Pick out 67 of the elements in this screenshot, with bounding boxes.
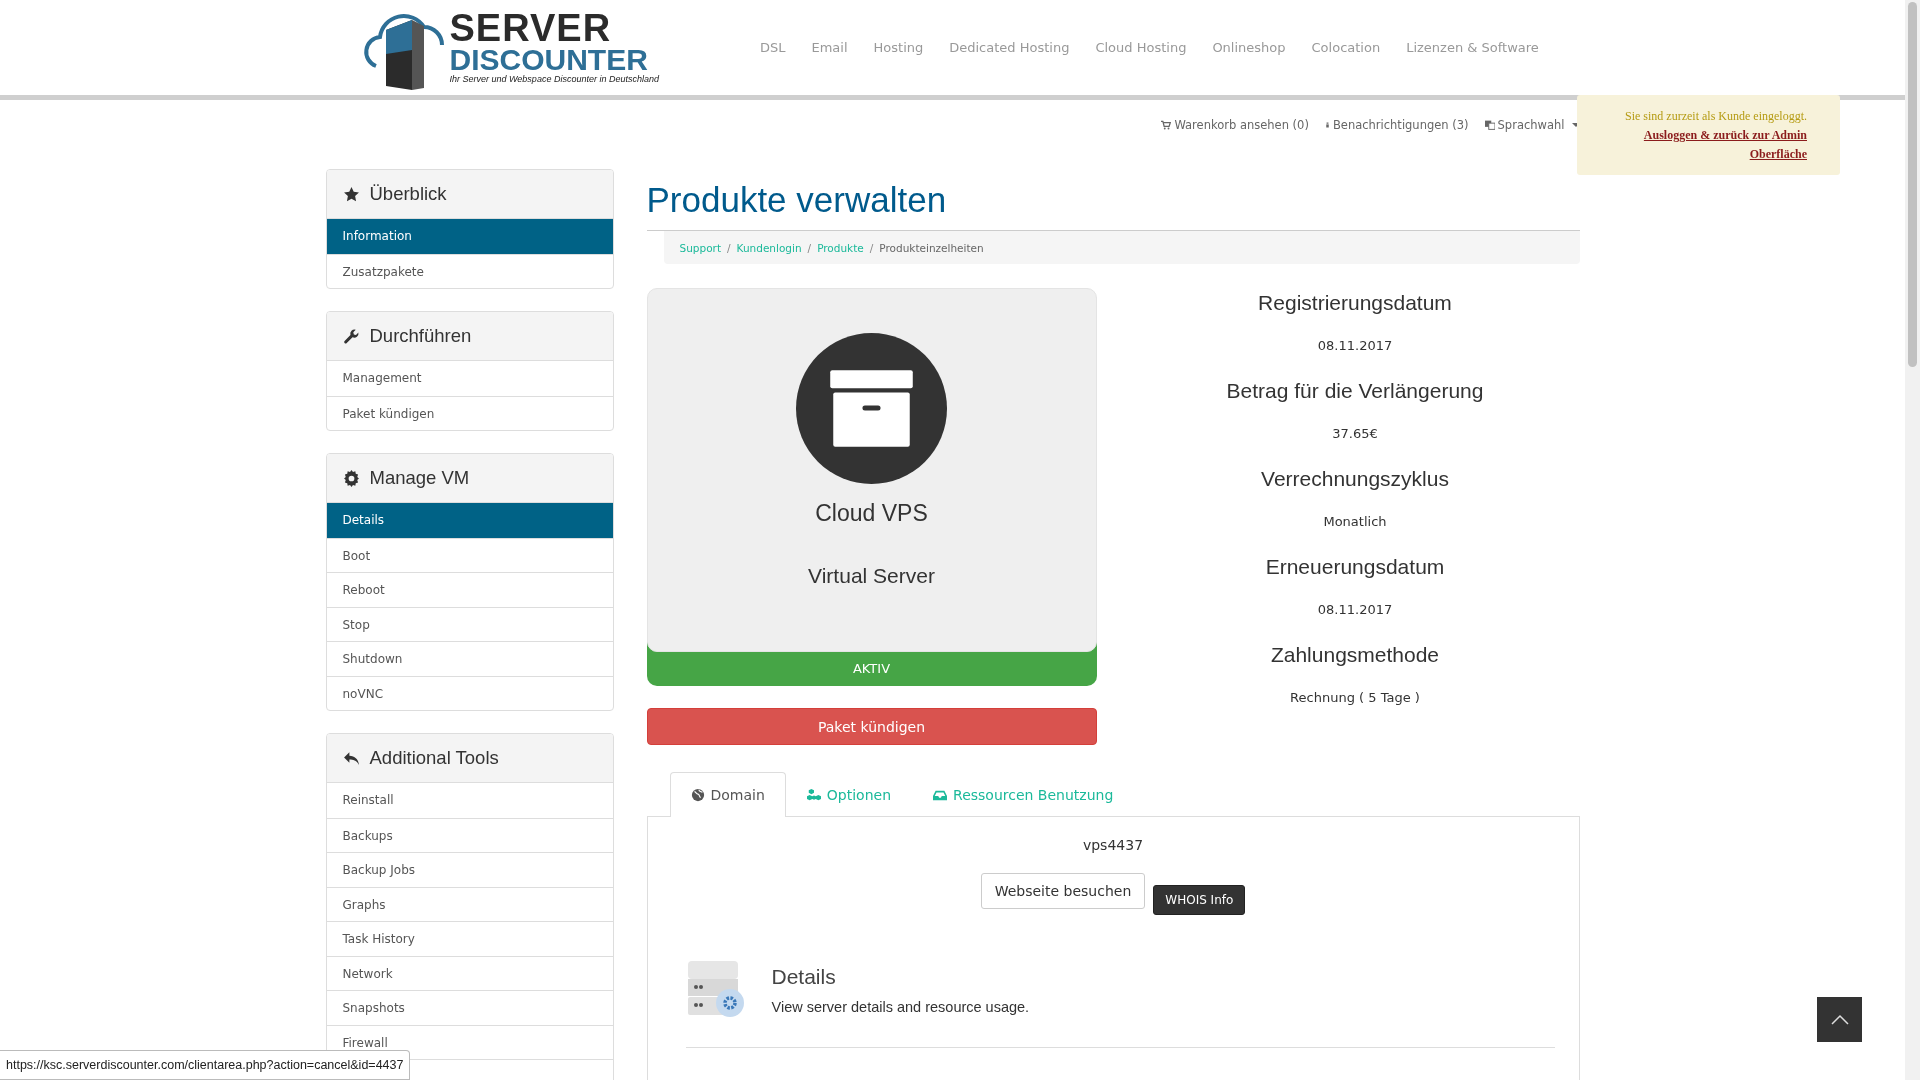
sidebar-item[interactable]: noVNC xyxy=(326,675,613,710)
logout-link[interactable]: Ausloggen & zurück zur Admin Oberfläche xyxy=(1597,126,1807,164)
info-label: Verrechnungszyklus xyxy=(1261,466,1449,492)
product-group: Virtual Server xyxy=(808,564,935,588)
sidebar-item[interactable]: Task History xyxy=(326,921,613,956)
server-settings-icon xyxy=(685,959,746,1019)
visit-website-button[interactable]: Webseite besuchen xyxy=(980,873,1146,909)
sidebar-item[interactable]: Management xyxy=(326,361,613,396)
info-value: Rechnung ( 5 Tage ) xyxy=(1290,689,1420,707)
cancel-button[interactable]: Paket kündigen xyxy=(646,708,1097,745)
sidebar-item[interactable]: Backups xyxy=(326,817,613,852)
language-icon xyxy=(1484,120,1495,130)
star-icon xyxy=(342,185,360,203)
details-description: View server details and resource usage. xyxy=(771,999,1030,1015)
settings-icon xyxy=(342,469,360,487)
sidebar-item[interactable]: Snapshots xyxy=(326,990,613,1025)
breadcrumb-separator: / xyxy=(727,241,731,254)
cubes-icon xyxy=(806,788,821,802)
sidebar-item[interactable]: Shutdown xyxy=(326,641,613,676)
sidebar-item[interactable]: Details xyxy=(326,503,613,538)
breadcrumb-separator: / xyxy=(869,241,874,254)
panel-title: Additional Tools xyxy=(369,747,499,769)
chevron-up-icon xyxy=(1830,1013,1849,1026)
info-value: 08.11.2017 xyxy=(1317,601,1393,619)
sidebar-item[interactable]: Reinstall xyxy=(326,783,613,818)
sidebar-item[interactable]: Zusatzpakete xyxy=(326,253,613,288)
whois-button[interactable]: WHOIS Info xyxy=(1153,885,1246,915)
wrench-icon xyxy=(342,327,360,345)
toolbar-link[interactable]: Benachrichtigungen (3) xyxy=(1324,118,1469,132)
breadcrumb-current-page: Produkteinzelheiten xyxy=(879,241,984,254)
panel-title: Überblick xyxy=(369,183,447,205)
product-name: Cloud VPS xyxy=(815,500,928,527)
page-title: Produkte verwalten xyxy=(646,180,948,220)
sidebar-item[interactable]: Stop xyxy=(326,606,613,641)
archive-box-icon xyxy=(796,333,947,484)
tab[interactable]: Domain xyxy=(669,772,786,817)
panel-title: Manage VM xyxy=(369,467,470,489)
status-bar-url: https://ksc.serverdiscounter.com/clientarea.php?action=cancel&id=4437 xyxy=(0,1050,411,1080)
sidebar-item[interactable]: Backup Jobs xyxy=(326,852,613,887)
scrollbar[interactable] xyxy=(1905,0,1920,1080)
domain-name: vps4437 xyxy=(1082,837,1144,853)
cart-icon xyxy=(1161,120,1172,130)
logo-title: SERVER xyxy=(449,9,613,46)
logo-tagline: Ihr Server und Webspace Discounter in Deutschland xyxy=(449,73,659,84)
sidebar-item[interactable]: Information xyxy=(326,219,613,254)
sidebar-item[interactable]: Reboot xyxy=(326,572,613,607)
info-label: Erneuerungsdatum xyxy=(1265,554,1445,580)
logo-subtitle: DISCOUNTER xyxy=(449,45,648,74)
panel-title: Durchführen xyxy=(369,325,472,347)
inbox-icon xyxy=(933,788,948,802)
sidebar-item[interactable]: Graphs xyxy=(326,886,613,921)
info-value: 08.11.2017 xyxy=(1317,337,1393,355)
globe-icon xyxy=(690,788,705,802)
info-value: Monatlich xyxy=(1323,513,1387,531)
info-label: Zahlungsmethode xyxy=(1270,642,1440,668)
info-label: Betrag für die Verlängerung xyxy=(1226,378,1484,404)
scrollbar-thumb[interactable] xyxy=(1908,2,1917,367)
sidebar-item[interactable]: Network xyxy=(326,955,613,990)
info-label: Registrierungsdatum xyxy=(1258,290,1452,316)
sidebar-item[interactable]: Paket kündigen xyxy=(326,395,613,430)
breadcrumb-separator: / xyxy=(807,241,812,254)
scroll-to-top-button[interactable] xyxy=(1817,997,1862,1042)
info-value: 37.65€ xyxy=(1332,425,1378,443)
toolbar-link[interactable]: Warenkorb ansehen (0) xyxy=(1161,118,1309,132)
sidebar-item[interactable]: Boot xyxy=(326,537,613,572)
notice-message: Sie sind zurzeit als Kunde eingeloggt. xyxy=(1624,108,1807,125)
details-title: Details xyxy=(771,965,837,989)
